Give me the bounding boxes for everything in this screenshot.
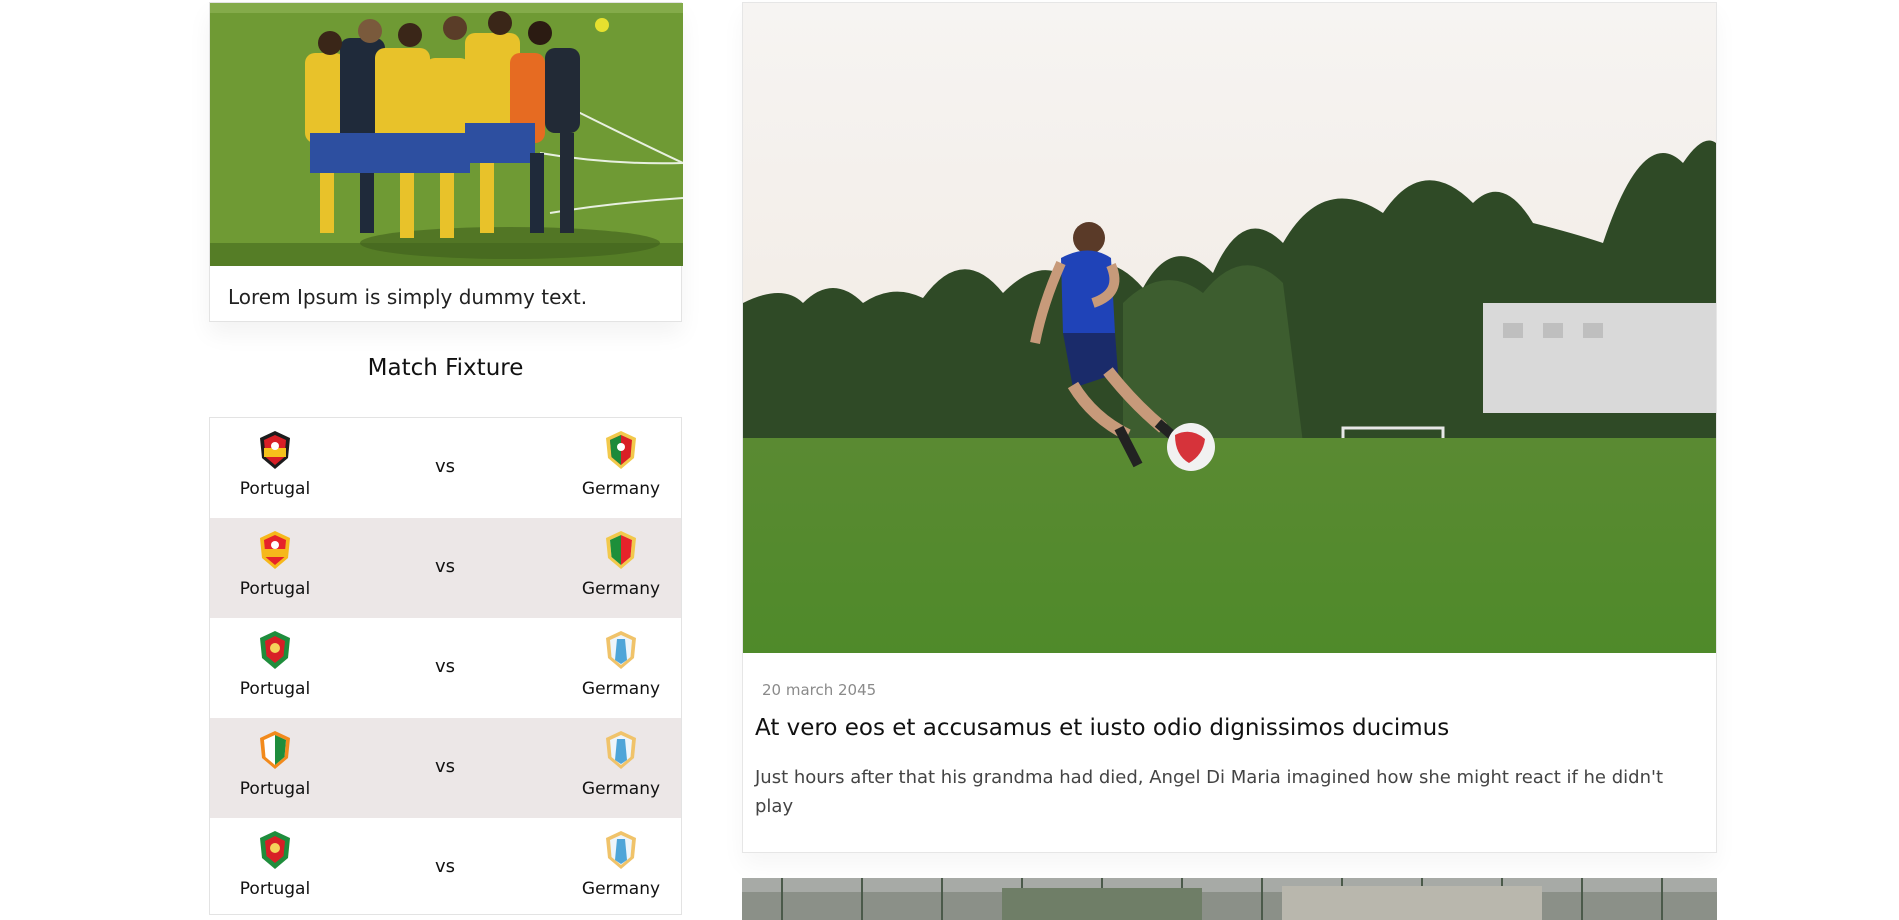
home-team-name: Portugal bbox=[239, 679, 311, 699]
stadium-photo[interactable] bbox=[742, 878, 1717, 920]
home-team-name: Portugal bbox=[239, 779, 311, 799]
home-team[interactable]: Portugal bbox=[220, 818, 330, 918]
home-team-name: Portugal bbox=[239, 479, 311, 499]
away-team-name: Germany bbox=[581, 679, 661, 699]
fixture-row[interactable]: Portugal vs Germany bbox=[210, 818, 681, 918]
fixture-row[interactable]: Portugal vs Germany bbox=[210, 418, 681, 518]
away-team[interactable]: Germany bbox=[566, 518, 676, 618]
away-team-name: Germany bbox=[581, 879, 661, 899]
team-crest-icon bbox=[260, 531, 290, 569]
versus-label: vs bbox=[434, 756, 456, 777]
team-crest-icon bbox=[260, 431, 290, 469]
article-headline[interactable]: At vero eos et accusamus et iusto odio d… bbox=[755, 715, 1449, 741]
versus-label: vs bbox=[434, 856, 456, 877]
team-crest-icon bbox=[260, 831, 290, 869]
team-crest-icon bbox=[606, 831, 636, 869]
home-team[interactable]: Portugal bbox=[220, 518, 330, 618]
mini-news-card[interactable]: Lorem Ipsum is simply dummy text. bbox=[209, 2, 683, 322]
versus-label: vs bbox=[434, 656, 456, 677]
fixture-table: Portugal vs Germany Portugal vs Germany … bbox=[209, 417, 682, 915]
team-crest-icon bbox=[260, 731, 290, 769]
away-team-name: Germany bbox=[581, 579, 661, 599]
home-team[interactable]: Portugal bbox=[220, 418, 330, 518]
team-crest-icon bbox=[606, 531, 636, 569]
versus-label: vs bbox=[434, 556, 456, 577]
versus-label: vs bbox=[434, 456, 456, 477]
football-player-photo[interactable] bbox=[743, 3, 1716, 653]
team-huddle-photo[interactable] bbox=[210, 3, 683, 266]
article-date: 20 march 2045 bbox=[762, 681, 877, 699]
fixture-row[interactable]: Portugal vs Germany bbox=[210, 618, 681, 718]
team-crest-icon bbox=[606, 631, 636, 669]
away-team-name: Germany bbox=[581, 779, 661, 799]
home-team[interactable]: Portugal bbox=[220, 618, 330, 718]
fixture-title: Match Fixture bbox=[367, 355, 524, 381]
away-team[interactable]: Germany bbox=[566, 418, 676, 518]
fixture-row[interactable]: Portugal vs Germany bbox=[210, 718, 681, 818]
away-team[interactable]: Germany bbox=[566, 618, 676, 718]
away-team[interactable]: Germany bbox=[566, 818, 676, 918]
away-team-name: Germany bbox=[581, 479, 661, 499]
home-team-name: Portugal bbox=[239, 579, 311, 599]
team-crest-icon bbox=[260, 631, 290, 669]
featured-article-card[interactable]: 20 march 2045 At vero eos et accusamus e… bbox=[742, 2, 1717, 853]
mini-card-caption[interactable]: Lorem Ipsum is simply dummy text. bbox=[228, 285, 587, 309]
article-excerpt: Just hours after that his grandma had di… bbox=[755, 767, 1663, 817]
team-crest-icon bbox=[606, 731, 636, 769]
team-crest-icon bbox=[606, 431, 636, 469]
home-team-name: Portugal bbox=[239, 879, 311, 899]
home-team[interactable]: Portugal bbox=[220, 718, 330, 818]
fixture-row[interactable]: Portugal vs Germany bbox=[210, 518, 681, 618]
away-team[interactable]: Germany bbox=[566, 718, 676, 818]
